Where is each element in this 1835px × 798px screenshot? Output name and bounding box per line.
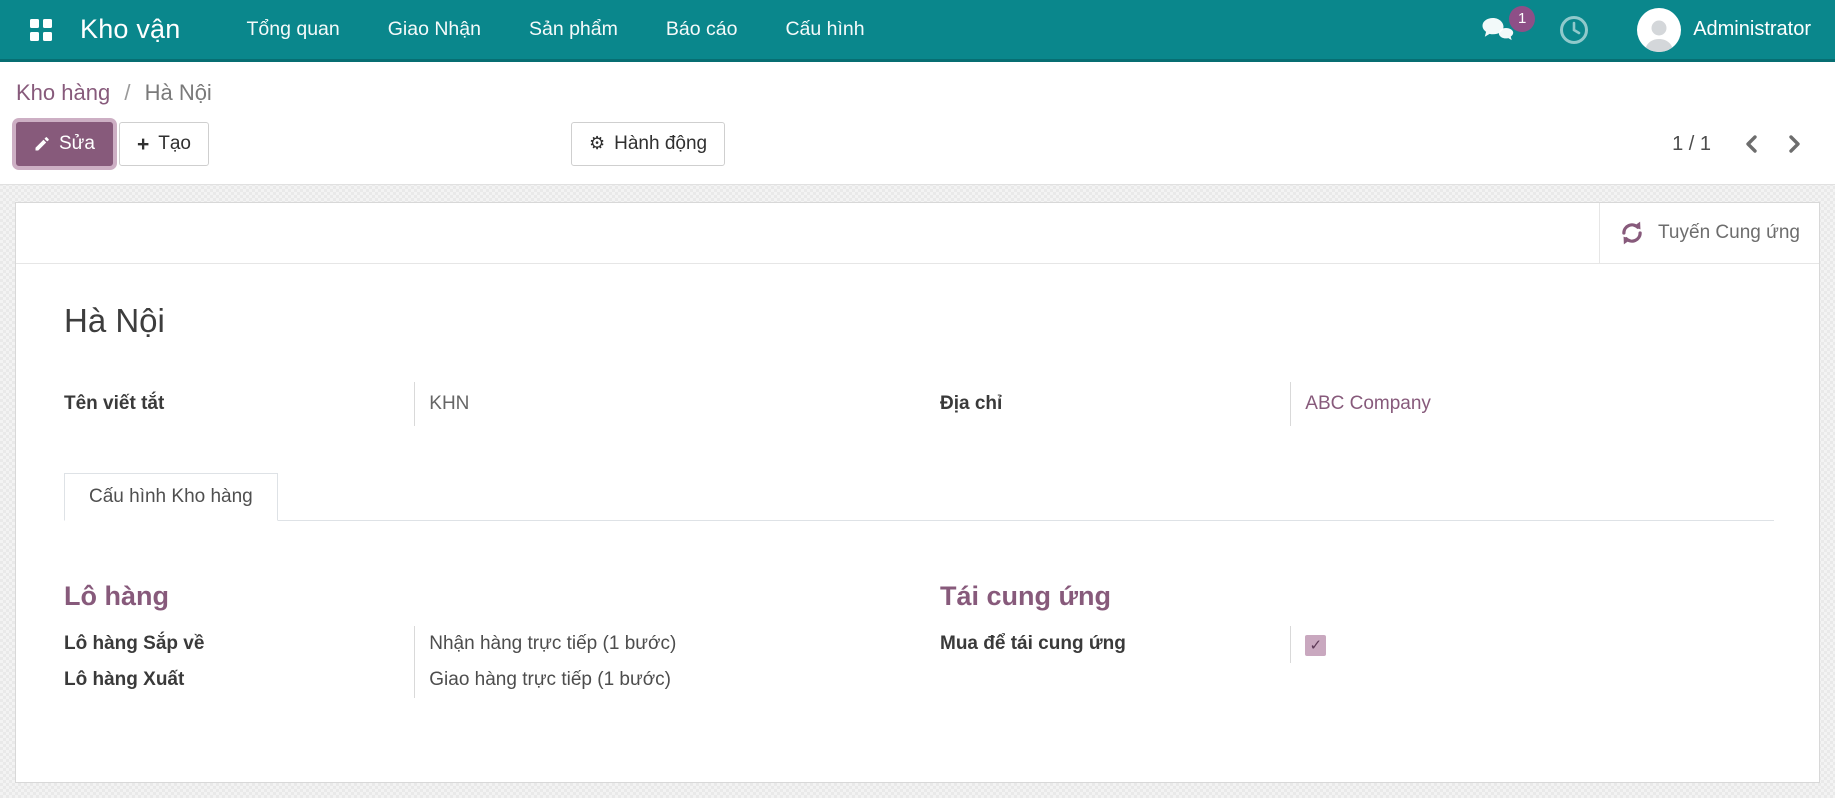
grid-icon — [30, 18, 52, 41]
pager: 1 / 1 — [1672, 128, 1813, 160]
chevron-right-icon — [1789, 135, 1800, 153]
resupply-group: Tái cung ứng Mua để tái cung ứng ✓ — [940, 581, 1774, 698]
person-icon — [1645, 20, 1674, 52]
action-menu-button[interactable]: ⚙ Hành động — [570, 122, 726, 166]
field-incoming-shipments: Lô hàng Sắp về Nhận hàng trực tiếp (1 bư… — [64, 626, 898, 662]
breadcrumb-current: Hà Nội — [144, 80, 212, 105]
menu-transfers[interactable]: Giao Nhận — [386, 12, 483, 47]
supply-routes-button[interactable]: Tuyến Cung ứng — [1599, 203, 1819, 263]
create-button-label: Tạo — [158, 133, 191, 154]
menu-overview[interactable]: Tổng quan — [244, 12, 341, 47]
outgoing-shipments-value: Giao hàng trực tiếp (1 bước) — [414, 662, 898, 698]
breadcrumb-separator: / — [124, 80, 131, 105]
top-field-group: Tên viết tắt KHN Địa chỉ ABC Company — [64, 382, 1774, 426]
apps-menu-icon[interactable] — [24, 13, 58, 47]
breadcrumb: Kho hàng / Hà Nội — [0, 78, 1835, 120]
navbar-systray: 1 Administrator — [1481, 5, 1811, 52]
menu-reports[interactable]: Báo cáo — [664, 12, 740, 47]
field-outgoing-shipments: Lô hàng Xuất Giao hàng trực tiếp (1 bước… — [64, 662, 898, 698]
edit-button-label: Sửa — [59, 133, 95, 154]
supply-routes-label: Tuyến Cung ứng — [1658, 222, 1800, 243]
resupply-heading: Tái cung ứng — [940, 581, 1112, 611]
tab-warehouse-configuration[interactable]: Cấu hình Kho hàng — [64, 473, 278, 521]
pager-next-button[interactable] — [1777, 128, 1813, 160]
control-panel: Kho hàng / Hà Nội Sửa + Tạo ⚙ Hành động … — [0, 62, 1835, 185]
app-brand[interactable]: Kho vận — [80, 14, 180, 45]
pencil-icon — [35, 137, 49, 151]
user-name: Administrator — [1693, 18, 1811, 40]
pager-previous-button[interactable] — [1733, 128, 1769, 160]
address-label: Địa chỉ — [940, 393, 1003, 414]
incoming-shipments-label: Lô hàng Sắp về — [64, 633, 205, 654]
refresh-icon — [1622, 221, 1642, 245]
buy-to-resupply-checkbox[interactable]: ✓ — [1305, 635, 1327, 656]
plus-icon: + — [136, 132, 150, 156]
incoming-shipments-value: Nhận hàng trực tiếp (1 bước) — [414, 626, 898, 662]
edit-button[interactable]: Sửa — [16, 122, 113, 166]
message-count-badge: 1 — [1509, 5, 1536, 32]
field-buy-to-resupply: Mua để tái cung ứng ✓ — [940, 626, 1774, 663]
control-panel-buttons: Sửa + Tạo ⚙ Hành động 1 / 1 — [0, 120, 1835, 168]
address-value-cell: ABC Company — [1290, 382, 1774, 426]
activities-button[interactable] — [1559, 15, 1589, 45]
clock-icon — [1560, 15, 1589, 44]
short-name-value: KHN — [414, 382, 898, 426]
user-menu[interactable]: Administrator — [1637, 7, 1811, 52]
action-button-label: Hành động — [614, 133, 708, 154]
outgoing-shipments-label: Lô hàng Xuất — [64, 669, 185, 690]
field-address: Địa chỉ ABC Company — [940, 382, 1774, 426]
shipments-group: Lô hàng Lô hàng Sắp về Nhận hàng trực ti… — [64, 581, 898, 698]
buy-to-resupply-value-cell: ✓ — [1290, 626, 1774, 663]
check-icon: ✓ — [1309, 637, 1323, 654]
sheet-content: Hà Nội Tên viết tắt KHN Địa chỉ ABC Comp… — [16, 264, 1819, 698]
smart-button-box: Tuyến Cung ứng — [16, 203, 1819, 264]
notebook-tabs: Cấu hình Kho hàng — [64, 472, 1774, 521]
avatar — [1637, 7, 1682, 52]
buy-to-resupply-label: Mua để tái cung ứng — [940, 633, 1126, 654]
field-short-name: Tên viết tắt KHN — [64, 382, 898, 426]
chevron-left-icon — [1746, 135, 1757, 153]
breadcrumb-parent[interactable]: Kho hàng — [16, 80, 110, 105]
gear-icon: ⚙ — [588, 133, 606, 154]
config-groups: Lô hàng Lô hàng Sắp về Nhận hàng trực ti… — [64, 581, 1774, 698]
tab-content: Lô hàng Lô hàng Sắp về Nhận hàng trực ti… — [64, 521, 1774, 698]
top-navbar: Kho vận Tổng quan Giao Nhận Sản phẩm Báo… — [0, 0, 1835, 62]
menu-settings[interactable]: Cấu hình — [783, 12, 866, 47]
record-title: Hà Nội — [64, 302, 165, 339]
main-menu: Tổng quan Giao Nhận Sản phẩm Báo cáo Cấu… — [244, 12, 866, 47]
messages-button[interactable]: 1 — [1481, 5, 1536, 44]
notebook: Cấu hình Kho hàng Lô hàng Lô hàng Sắp về… — [64, 472, 1774, 698]
address-partner-link[interactable]: ABC Company — [1305, 393, 1431, 414]
shipments-heading: Lô hàng — [64, 581, 169, 611]
menu-products[interactable]: Sản phẩm — [527, 12, 620, 47]
form-sheet: Tuyến Cung ứng Hà Nội Tên viết tắt KHN Đ… — [15, 202, 1820, 783]
create-button[interactable]: + Tạo — [118, 122, 209, 166]
short-name-label: Tên viết tắt — [64, 393, 165, 414]
pager-value[interactable]: 1 / 1 — [1672, 133, 1711, 156]
